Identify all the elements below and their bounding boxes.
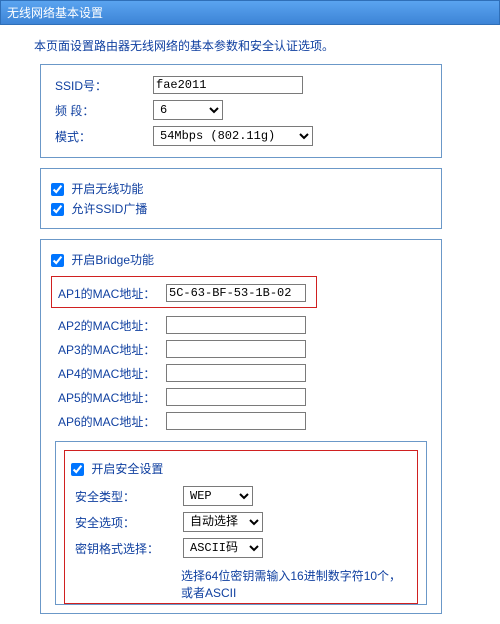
allow-ssid-broadcast-label: 允许SSID广播 <box>71 202 147 216</box>
key-format-select[interactable]: ASCII码 <box>183 538 263 558</box>
ap1-row-highlight: AP1的MAC地址： <box>51 276 317 308</box>
ap6-mac-label: AP6的MAC地址： <box>54 409 162 433</box>
mode-select[interactable]: 54Mbps (802.11g) <box>153 126 313 146</box>
security-type-select[interactable]: WEP <box>183 486 253 506</box>
allow-ssid-broadcast-checkbox[interactable] <box>51 203 64 216</box>
ap4-mac-input[interactable] <box>166 364 306 382</box>
features-panel: 开启无线功能 允许SSID广播 <box>40 168 442 229</box>
ap2-mac-label: AP2的MAC地址： <box>54 313 162 337</box>
ap4-mac-label: AP4的MAC地址： <box>54 361 162 385</box>
enable-wireless-label: 开启无线功能 <box>71 182 143 196</box>
title-text: 无线网络基本设置 <box>7 6 103 20</box>
security-option-select[interactable]: 自动选择 <box>183 512 263 532</box>
ap1-mac-input[interactable] <box>166 284 306 302</box>
ap3-mac-input[interactable] <box>166 340 306 358</box>
security-option-label: 安全选项： <box>71 509 179 535</box>
ap2-mac-input[interactable] <box>166 316 306 334</box>
ap5-mac-label: AP5的MAC地址： <box>54 385 162 409</box>
key-hint: 选择64位密钥需输入16进制数字符10个，或者ASCII <box>181 567 411 601</box>
ap5-mac-input[interactable] <box>166 388 306 406</box>
ap1-mac-label: AP1的MAC地址： <box>54 281 162 305</box>
enable-bridge-label: 开启Bridge功能 <box>71 253 154 267</box>
enable-security-checkbox[interactable] <box>71 463 84 476</box>
security-highlight: 开启安全设置 安全类型： WEP 安全选项： 自动选择 <box>64 450 418 604</box>
security-panel: 开启安全设置 安全类型： WEP 安全选项： 自动选择 <box>55 441 427 605</box>
security-type-label: 安全类型： <box>71 483 179 509</box>
enable-bridge-checkbox[interactable] <box>51 254 64 267</box>
basic-settings-panel: SSID号： 频 段： 6 模式： 54Mbps (802.11g) <box>40 64 442 158</box>
key-format-label: 密钥格式选择： <box>71 535 179 561</box>
basic-settings-table: SSID号： 频 段： 6 模式： 54Mbps (802.11g) <box>51 73 317 149</box>
band-label: 频 段： <box>51 97 149 123</box>
band-select[interactable]: 6 <box>153 100 223 120</box>
bridge-panel: 开启Bridge功能 AP1的MAC地址： AP2的MAC地址： AP3的MAC… <box>40 239 442 614</box>
ap6-mac-input[interactable] <box>166 412 306 430</box>
page-description: 本页面设置路由器无线网络的基本参数和安全认证选项。 <box>34 37 500 54</box>
enable-security-label: 开启安全设置 <box>91 462 163 476</box>
ssid-input[interactable] <box>153 76 303 94</box>
title-bar: 无线网络基本设置 <box>0 0 500 25</box>
mode-label: 模式： <box>51 123 149 149</box>
enable-wireless-checkbox[interactable] <box>51 183 64 196</box>
ssid-label: SSID号： <box>51 73 149 97</box>
ap3-mac-label: AP3的MAC地址： <box>54 337 162 361</box>
